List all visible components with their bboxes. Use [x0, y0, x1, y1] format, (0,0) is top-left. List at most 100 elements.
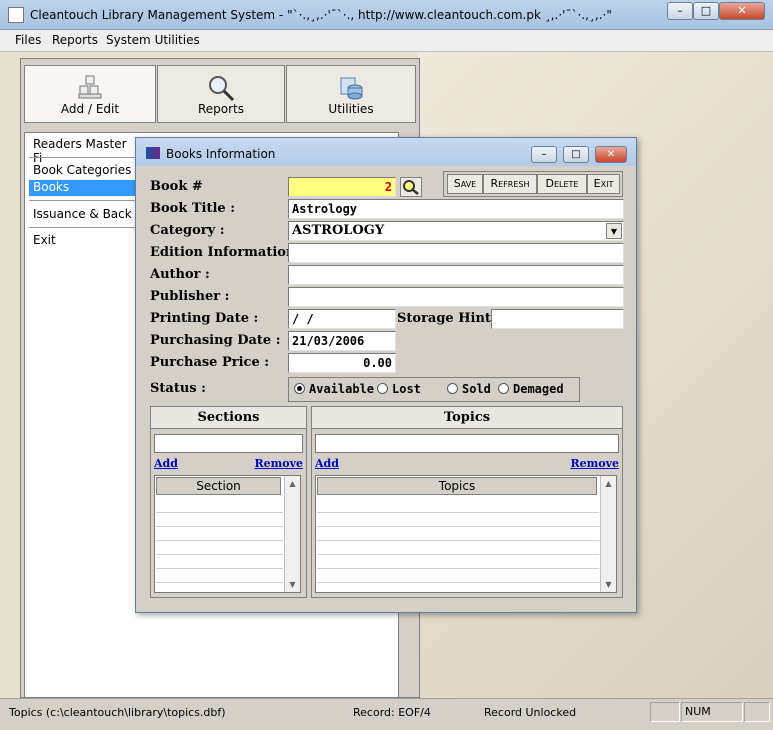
- status-demaged-radio[interactable]: Demaged: [498, 382, 564, 396]
- scroll-up-icon[interactable]: ▲: [601, 476, 616, 491]
- publisher-label: Publisher :: [150, 289, 230, 304]
- book-title-field[interactable]: Astrology: [288, 199, 624, 219]
- storage-hint-field[interactable]: [491, 309, 624, 329]
- dialog-title-bar: Books Information – □ ✕: [136, 138, 636, 166]
- topics-scrollbar[interactable]: ▲ ▼: [600, 476, 616, 592]
- radio-empty-icon: [377, 383, 388, 394]
- database-icon: [340, 77, 363, 100]
- save-button[interactable]: Save: [447, 174, 483, 194]
- status-available-label: Available: [309, 382, 375, 396]
- reports-label: Reports: [197, 102, 245, 116]
- nav-item-issuance-back[interactable]: Issuance & Back: [29, 207, 139, 223]
- title-bar: Cleantouch Library Management System - "…: [0, 0, 773, 30]
- topics-grid[interactable]: Topics ▲ ▼: [315, 475, 617, 593]
- status-file-path: Topics (c:\cleantouch\library\topics.dbf…: [9, 706, 226, 719]
- nav-item-exit[interactable]: Exit: [29, 233, 139, 249]
- storage-hint-label: Storage Hint :: [397, 311, 501, 326]
- dialog-maximize-button[interactable]: □: [563, 146, 589, 163]
- nav-divider: [29, 200, 139, 201]
- status-available-radio[interactable]: Available: [294, 382, 374, 396]
- grid-row-line: [317, 512, 599, 513]
- dialog-title: Books Information: [166, 147, 276, 161]
- sections-scrollbar[interactable]: ▲ ▼: [284, 476, 300, 592]
- close-button[interactable]: ✕: [719, 2, 765, 20]
- section-input[interactable]: [154, 434, 303, 453]
- grid-row-line: [156, 568, 283, 569]
- add-edit-button[interactable]: Add / Edit: [24, 65, 156, 123]
- app-icon[interactable]: [8, 7, 24, 23]
- chevron-down-icon[interactable]: ▼: [606, 223, 622, 239]
- author-field[interactable]: [288, 265, 624, 285]
- nav-item-readers-master[interactable]: Readers Master Fi: [29, 137, 139, 165]
- grid-row-line: [317, 554, 599, 555]
- search-icon: [403, 180, 419, 195]
- topic-input[interactable]: [315, 434, 619, 453]
- author-label: Author :: [150, 267, 210, 282]
- status-sold-radio[interactable]: Sold: [447, 382, 491, 396]
- sections-panel: Sections Add Remove Section ▲ ▼: [150, 406, 307, 598]
- utilities-button[interactable]: Utilities: [286, 65, 416, 123]
- topic-add-link[interactable]: Add: [315, 457, 339, 470]
- books-icon: [146, 147, 160, 159]
- books-information-dialog: Books Information – □ ✕ Save Refresh Del…: [135, 137, 637, 613]
- maximize-button[interactable]: □: [693, 2, 719, 20]
- publisher-field[interactable]: [288, 287, 624, 307]
- nav-divider: [29, 227, 139, 228]
- edition-field[interactable]: [288, 243, 624, 263]
- printing-date-field[interactable]: / /: [288, 309, 396, 329]
- status-lost-radio[interactable]: Lost: [377, 382, 421, 396]
- grid-row-line: [156, 582, 283, 583]
- add-edit-label: Add / Edit: [60, 102, 120, 116]
- category-select[interactable]: ASTROLOGY ▼: [288, 221, 624, 241]
- status-panel-scroll: [744, 702, 770, 722]
- exit-button[interactable]: Exit: [587, 174, 620, 194]
- topics-panel: Topics Add Remove Topics ▲ ▼: [311, 406, 623, 598]
- topics-column-header[interactable]: Topics: [317, 477, 597, 495]
- category-value: ASTROLOGY: [292, 223, 385, 238]
- book-search-button[interactable]: [400, 177, 422, 197]
- section-remove-link[interactable]: Remove: [254, 457, 303, 470]
- edition-label: Edition Information :: [150, 245, 305, 260]
- category-label: Category :: [150, 223, 225, 238]
- sections-grid[interactable]: Section ▲ ▼: [154, 475, 301, 593]
- menu-system-utilities[interactable]: System Utilities: [106, 33, 200, 47]
- topic-remove-link[interactable]: Remove: [570, 457, 619, 470]
- topics-title: Topics: [312, 407, 622, 429]
- delete-button[interactable]: Delete: [537, 174, 587, 194]
- scroll-down-icon[interactable]: ▼: [285, 577, 300, 592]
- radio-selected-icon: [294, 383, 305, 394]
- status-label: Status :: [150, 381, 206, 396]
- nav-item-books[interactable]: Books: [29, 180, 139, 196]
- utilities-label: Utilities: [328, 102, 374, 116]
- scroll-up-icon[interactable]: ▲: [285, 476, 300, 491]
- sections-title: Sections: [151, 407, 306, 429]
- grid-row-line: [156, 540, 283, 541]
- status-record: Record: EOF/4: [353, 706, 431, 719]
- book-number-label: Book #: [150, 179, 203, 194]
- book-title-label: Book Title :: [150, 201, 236, 216]
- scroll-down-icon[interactable]: ▼: [601, 577, 616, 592]
- dialog-minimize-button[interactable]: –: [531, 146, 557, 163]
- reports-button[interactable]: Reports: [157, 65, 285, 123]
- window-title: Cleantouch Library Management System - "…: [30, 8, 612, 22]
- status-lock: Record Unlocked: [484, 706, 577, 719]
- grid-row-line: [156, 554, 283, 555]
- status-panel-caps: [650, 702, 680, 722]
- keyboard-icon: [78, 75, 102, 99]
- grid-row-line: [317, 568, 599, 569]
- purchase-price-label: Purchase Price :: [150, 355, 270, 370]
- menu-reports[interactable]: Reports: [52, 33, 98, 47]
- nav-item-book-categories[interactable]: Book Categories: [29, 163, 139, 179]
- purchase-price-field[interactable]: 0.00: [288, 353, 396, 373]
- purchasing-date-field[interactable]: 21/03/2006: [288, 331, 396, 351]
- dialog-close-button[interactable]: ✕: [595, 146, 627, 163]
- purchasing-date-label: Purchasing Date :: [150, 333, 281, 348]
- section-add-link[interactable]: Add: [154, 457, 178, 470]
- section-column-header[interactable]: Section: [156, 477, 281, 495]
- book-number-field[interactable]: 2: [288, 177, 396, 197]
- minimize-button[interactable]: –: [667, 2, 693, 20]
- grid-row-line: [317, 582, 599, 583]
- refresh-button[interactable]: Refresh: [483, 174, 537, 194]
- menu-files[interactable]: Files: [15, 33, 41, 47]
- radio-empty-icon: [498, 383, 509, 394]
